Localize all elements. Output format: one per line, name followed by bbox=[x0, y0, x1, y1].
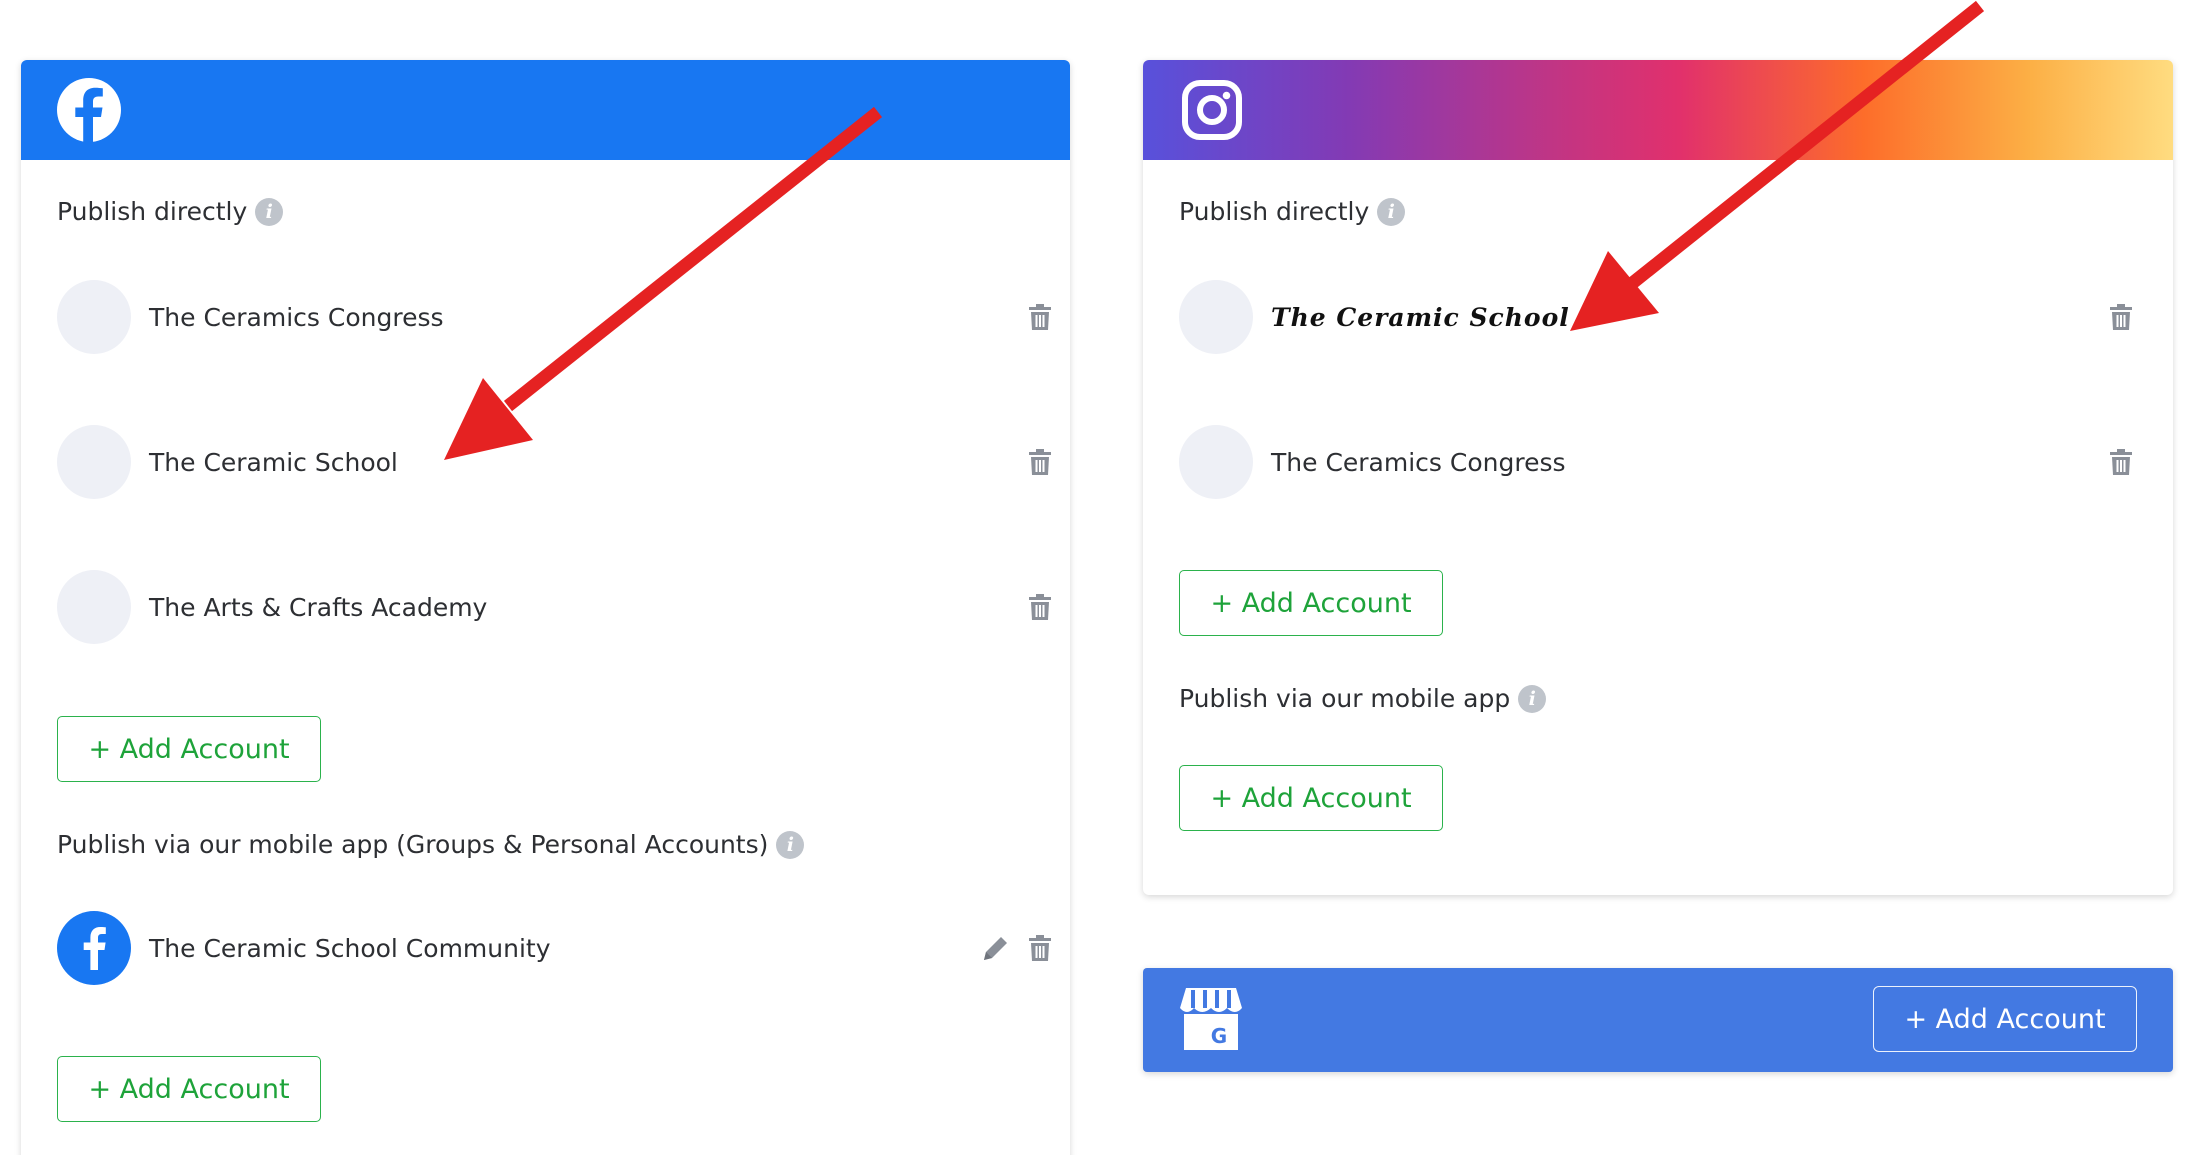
trash-icon[interactable] bbox=[1027, 303, 1053, 331]
svg-text:G: G bbox=[1211, 1024, 1227, 1048]
facebook-mobile-app-title: Publish via our mobile app (Groups & Per… bbox=[57, 830, 805, 859]
google-business-add-account-button[interactable]: + Add Account bbox=[1873, 986, 2137, 1052]
account-name: The Ceramics Congress bbox=[149, 302, 444, 332]
section-title-text: Publish directly bbox=[1179, 197, 1370, 226]
instagram-card-header bbox=[1143, 60, 2173, 160]
avatar bbox=[1179, 425, 1253, 499]
facebook-add-account-button[interactable]: + Add Account bbox=[57, 716, 321, 782]
account-name: The Ceramic School Community bbox=[149, 933, 551, 963]
facebook-logo-icon bbox=[57, 78, 121, 143]
avatar bbox=[1179, 280, 1253, 354]
trash-icon[interactable] bbox=[1027, 593, 1053, 621]
instagram-publish-directly-title: Publish directly i bbox=[1179, 197, 1406, 226]
google-my-business-icon: G bbox=[1180, 988, 1242, 1050]
facebook-f-icon bbox=[83, 927, 106, 970]
trash-icon[interactable] bbox=[1027, 448, 1053, 476]
trash-icon[interactable] bbox=[2108, 303, 2134, 331]
section-title-text: Publish directly bbox=[57, 197, 248, 226]
social-accounts-page: Publish directly i The Ceramics Congress… bbox=[0, 0, 2188, 1155]
avatar bbox=[57, 425, 131, 499]
account-name: The Ceramic School bbox=[1271, 302, 1570, 332]
instagram-account-row: The Ceramic School bbox=[1179, 280, 2159, 354]
facebook-mobile-add-account-button[interactable]: + Add Account bbox=[57, 1056, 321, 1122]
info-icon[interactable]: i bbox=[255, 197, 284, 226]
facebook-account-row: The Ceramic School bbox=[57, 425, 1055, 499]
account-name: The Arts & Crafts Academy bbox=[149, 592, 488, 622]
facebook-card-header bbox=[21, 60, 1070, 160]
facebook-avatar bbox=[57, 911, 131, 985]
info-icon[interactable]: i bbox=[776, 830, 805, 859]
google-business-card: G + Add Account bbox=[1143, 968, 2173, 1072]
account-name: The Ceramics Congress bbox=[1271, 447, 1566, 477]
instagram-card: Publish directly i The Ceramic School Th… bbox=[1143, 60, 2173, 895]
instagram-account-row: The Ceramics Congress bbox=[1179, 425, 2159, 499]
avatar bbox=[57, 570, 131, 644]
instagram-mobile-add-account-button[interactable]: + Add Account bbox=[1179, 765, 1443, 831]
facebook-publish-directly-title: Publish directly i bbox=[57, 197, 284, 226]
section-title-text: Publish via our mobile app bbox=[1179, 684, 1511, 713]
facebook-group-row: The Ceramic School Community bbox=[57, 911, 1055, 985]
info-icon[interactable]: i bbox=[1518, 684, 1547, 713]
trash-icon[interactable] bbox=[1027, 934, 1053, 962]
facebook-account-row: The Ceramics Congress bbox=[57, 280, 1055, 354]
info-icon[interactable]: i bbox=[1377, 197, 1406, 226]
trash-icon[interactable] bbox=[2108, 448, 2134, 476]
section-title-text: Publish via our mobile app (Groups & Per… bbox=[57, 830, 769, 859]
instagram-mobile-app-title: Publish via our mobile app i bbox=[1179, 684, 1547, 713]
instagram-add-account-button[interactable]: + Add Account bbox=[1179, 570, 1443, 636]
avatar bbox=[57, 280, 131, 354]
edit-pencil-icon[interactable] bbox=[981, 933, 1011, 963]
account-name: The Ceramic School bbox=[149, 447, 398, 477]
instagram-logo-icon bbox=[1182, 80, 1242, 140]
facebook-card: Publish directly i The Ceramics Congress… bbox=[21, 60, 1070, 1155]
facebook-account-row: The Arts & Crafts Academy bbox=[57, 570, 1055, 644]
